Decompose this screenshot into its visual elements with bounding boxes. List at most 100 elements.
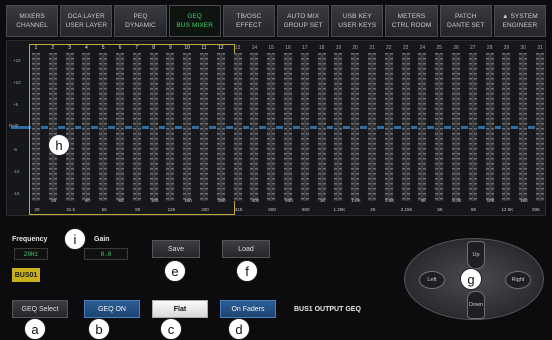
geq-band-fader[interactable] [283, 53, 293, 201]
geq-band-fader[interactable] [350, 53, 361, 201]
gain-value[interactable]: 0.0 [84, 248, 128, 260]
tab-automix-group-set[interactable]: AUTO MIX GROUP SET [277, 5, 330, 37]
geq-band-fader[interactable] [165, 53, 176, 201]
callout-e: e [164, 260, 186, 282]
on-faders-button[interactable]: On Faders [220, 300, 276, 318]
geq-band-fader[interactable] [484, 53, 495, 201]
band-frequency-label: 10K [486, 198, 495, 203]
channel-number: 8 [152, 45, 155, 51]
geq-band-fader[interactable] [417, 53, 428, 201]
gain-scale-label: +10 [13, 80, 21, 85]
geq-band-fader[interactable] [400, 53, 411, 201]
tab-line1: MIXERS [19, 13, 45, 20]
band-frequency-label: 12.5K [501, 207, 514, 212]
tab-meters-ctrl-room[interactable]: METERS CTRL ROOM [385, 5, 438, 37]
channel-number: 3 [68, 45, 71, 51]
band-frequency-label: 16K [520, 198, 529, 203]
channel-number: 23 [402, 45, 409, 51]
channel-number: 1 [34, 45, 38, 51]
channel-number: 26 [453, 45, 459, 51]
geq-band-fader[interactable] [98, 53, 109, 201]
geq-band-fader[interactable] [81, 53, 92, 201]
tab-line2: EFFECT [235, 22, 262, 29]
geq-band-fader[interactable] [148, 53, 159, 201]
geq-band-fader[interactable] [299, 53, 310, 201]
band-frequency-label: 800 [302, 207, 310, 212]
geq-band-fader[interactable] [434, 53, 445, 201]
tab-tbosc-effect[interactable]: TB/OSC EFFECT [222, 5, 276, 37]
channel-number: 30 [520, 45, 526, 51]
callout-c: c [160, 318, 182, 340]
tab-line1: DCA LAYER [67, 13, 105, 20]
save-button[interactable]: Save [152, 240, 200, 258]
tab-usb-key-user-keys[interactable]: USB KEY USER KEYS [331, 5, 384, 37]
geq-band-fader[interactable] [131, 53, 142, 201]
channel-number: 29 [503, 45, 510, 51]
tab-dca-user-layer[interactable]: DCA LAYER USER LAYER [60, 5, 113, 37]
flat-button[interactable]: Flat [152, 300, 208, 318]
geq-band-fader[interactable] [451, 53, 461, 201]
band-frequency-label: 8K [471, 207, 477, 212]
tab-bar: MIXERS CHANNEL DCA LAYER USER LAYER PEQ DYN… [6, 5, 547, 37]
band-frequency-label: 1.25K [333, 207, 346, 212]
band-frequency-label: 200 [201, 207, 209, 212]
geq-on-button[interactable]: GEQ ON [84, 300, 140, 318]
callout-i: i [64, 228, 86, 250]
right-button[interactable]: Right [505, 271, 531, 289]
geq-band-fader[interactable] [232, 53, 243, 201]
load-button[interactable]: Load [222, 240, 270, 258]
frequency-value[interactable]: 20Hz [14, 248, 48, 260]
gain-scale-label: +15 [13, 58, 21, 63]
tab-line2: ENGINEER [502, 22, 538, 29]
geq-band-fader[interactable] [266, 53, 277, 201]
band-frequency-label: 125 [167, 207, 176, 212]
channel-number: 9 [169, 45, 172, 51]
geq-band-fader[interactable] [182, 53, 193, 201]
up-button[interactable]: Up [467, 241, 485, 269]
geq-band-fader[interactable] [47, 53, 58, 201]
channel-number: 4 [85, 45, 88, 51]
channel-number: 24 [419, 45, 426, 51]
geq-band-fader[interactable] [249, 53, 260, 201]
channel-number: 14 [251, 45, 258, 51]
channel-number: 19 [335, 45, 342, 51]
geq-band-fader[interactable] [316, 53, 327, 201]
band-frequency-label: 6.3K [452, 198, 462, 203]
channel-number: 31 [537, 45, 543, 51]
tab-line2: USER KEYS [338, 22, 377, 29]
frequency-label: Frequency [12, 236, 48, 243]
channel-number: 17 [302, 45, 308, 51]
tab-patch-dante-set[interactable]: PATCH DANTE SET [439, 5, 492, 37]
tab-line1: TB/OSC [236, 13, 262, 20]
geq-band-fader[interactable] [215, 53, 226, 201]
tab-peq-dynamic[interactable]: PEQ DYNAMIC [114, 5, 167, 37]
down-button[interactable]: Down [467, 291, 485, 319]
tab-geq-bus-mixer[interactable]: GEQ BUS MIXER [168, 5, 221, 37]
geq-band-fader[interactable] [367, 53, 377, 201]
geq-select-button[interactable]: GEQ Select [12, 300, 68, 318]
geq-band-fader[interactable] [501, 53, 512, 201]
callout-h: h [48, 134, 70, 156]
band-frequency-label: 2K [370, 207, 376, 212]
geq-band-fader[interactable] [383, 53, 394, 201]
geq-band-fader[interactable] [535, 53, 545, 201]
geq-band-fader[interactable] [333, 53, 344, 201]
tab-line2: USER LAYER [65, 22, 108, 29]
tab-system-engineer[interactable]: ▲ SYSTEM ENGINEER [493, 5, 547, 37]
band-frequency-label: 2.5K [385, 198, 395, 203]
band-frequency-label: 40 [84, 198, 90, 203]
channel-number: 18 [318, 45, 325, 51]
callout-b: b [88, 318, 110, 340]
band-frequency-label: 25 [51, 198, 57, 203]
callout-f: f [236, 260, 258, 282]
left-button[interactable]: Left [419, 271, 445, 289]
geq-band-fader[interactable] [467, 53, 478, 201]
tab-mixers-channel[interactable]: MIXERS CHANNEL [6, 5, 59, 37]
band-frequency-label: 31.5 [66, 207, 75, 212]
tab-line2: CHANNEL [16, 22, 48, 29]
geq-band-fader[interactable] [64, 53, 75, 201]
geq-band-fader[interactable] [518, 53, 529, 201]
geq-band-fader[interactable] [31, 53, 41, 201]
geq-band-fader[interactable] [199, 53, 209, 201]
geq-band-fader[interactable] [115, 53, 125, 201]
